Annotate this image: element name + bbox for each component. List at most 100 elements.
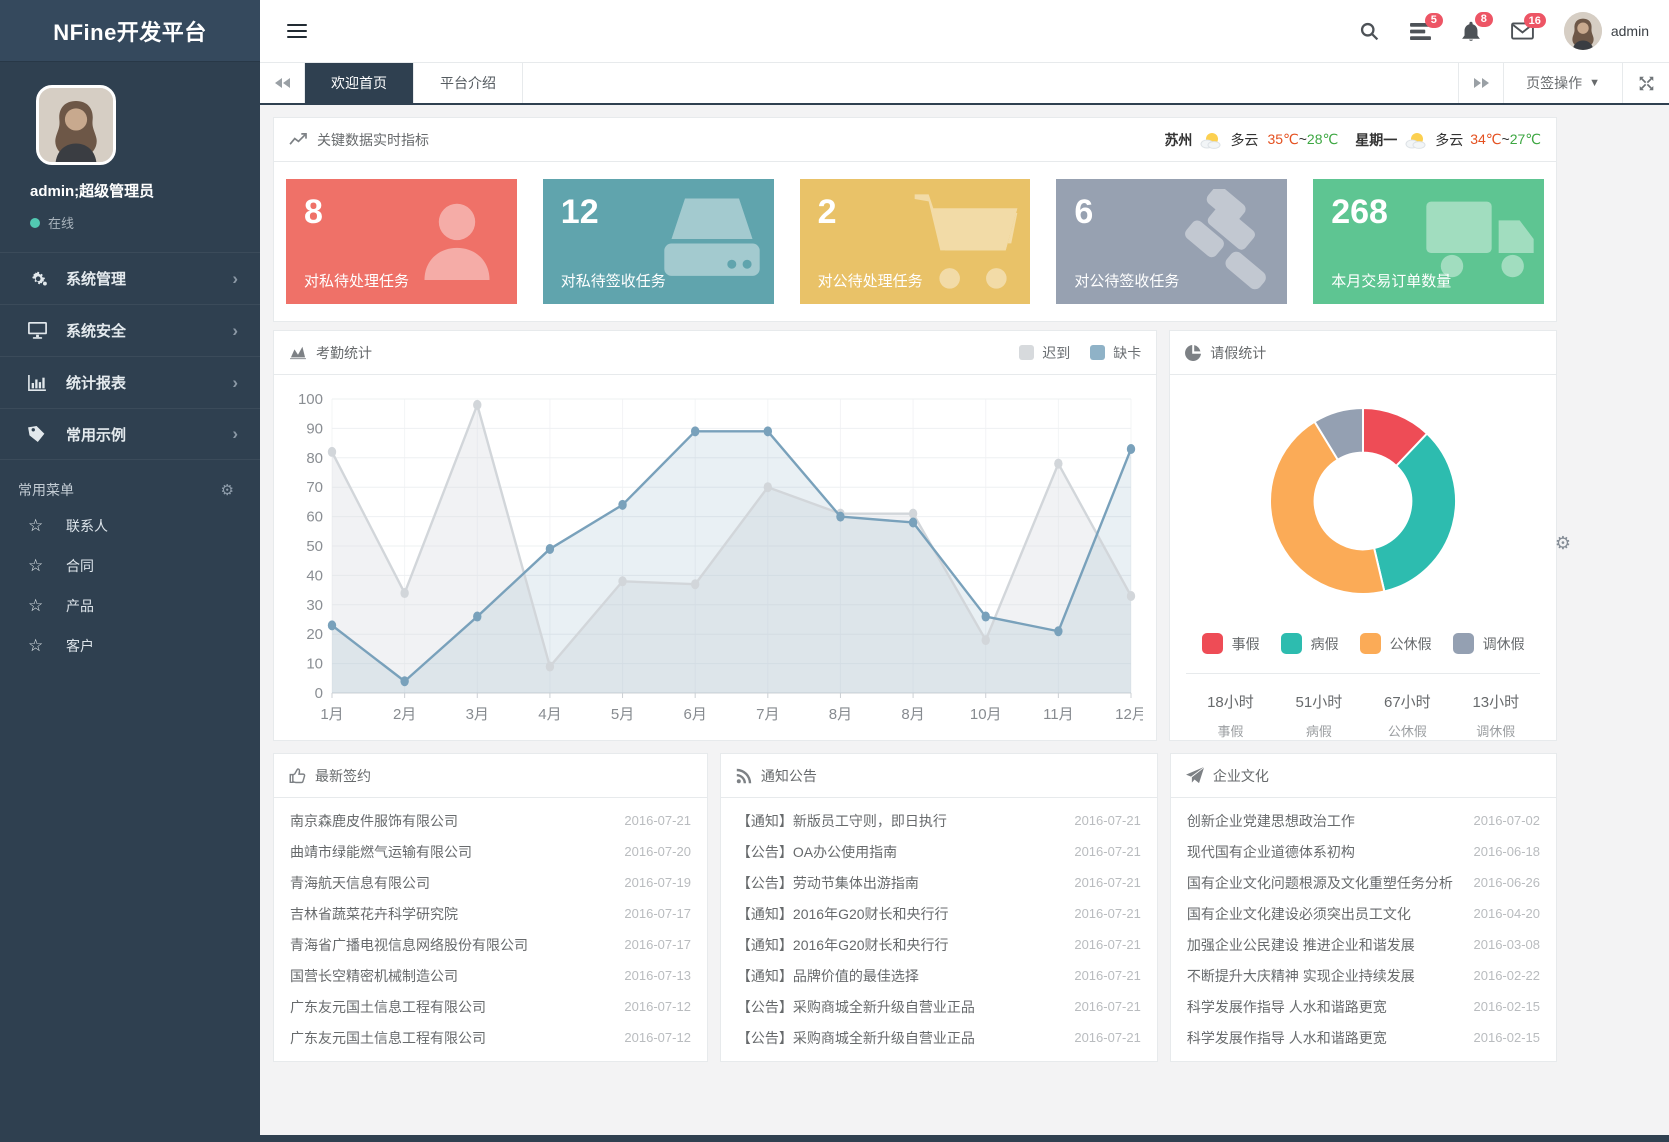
favorites-settings-gear-icon[interactable]: ⚙ [221,481,234,499]
stat-card-2[interactable]: 12对私待签收任务 [543,179,774,304]
list-item[interactable]: 南京森鹿皮件服饰有限公司2016-07-21 [274,805,707,836]
list-item[interactable]: 创新企业党建思想政治工作2016-07-02 [1171,805,1556,836]
leave-legend-item-公休假[interactable]: 公休假 [1360,633,1432,654]
tab-2[interactable]: 平台介绍 [414,63,523,103]
task-list-icon[interactable]: 5 [1410,22,1431,41]
list-item-date: 2016-07-20 [624,844,691,859]
list-item[interactable]: 科学发展作指导 人水和谐路更宽2016-02-15 [1171,1022,1556,1053]
sidebar-item-3[interactable]: 统计报表› [0,356,260,408]
legend-item-迟到[interactable]: 迟到 [1019,343,1070,363]
rss-icon [736,768,752,784]
tabs-scroll-left-button[interactable] [260,63,305,103]
sidebar-item-2[interactable]: 系统安全› [0,304,260,356]
favorite-item-3[interactable]: ☆产品 [0,586,260,626]
kpi-panel-header: 关键数据实时指标 苏州 多云 35℃~28℃ 星期一 多云 34℃~27℃ [274,118,1556,162]
list-item-date: 2016-07-12 [624,999,691,1014]
temp-sep: ~ [1299,131,1307,147]
charts-row: 考勤统计 迟到缺卡 01020304050607080901001月2月3月4月… [273,330,1557,741]
fullscreen-toggle-icon[interactable] [1622,63,1669,103]
weather-desc-tomorrow: 多云 [1435,130,1463,150]
user-avatar[interactable] [36,85,116,165]
list-item-text: 【通知】新版员工守则，即日执行 [737,811,1074,831]
list-item[interactable]: 【通知】2016年G20财长和央行行2016-07-21 [721,898,1157,929]
gavel-icon [1169,189,1279,293]
favorite-label: 联系人 [66,516,108,536]
favorite-item-1[interactable]: ☆联系人 [0,506,260,546]
list-item-text: 【通知】品牌价值的最佳选择 [737,966,1074,986]
settings-gear-button[interactable]: ⚙ [1555,533,1571,554]
tab-actions-dropdown[interactable]: 页签操作 ▼ [1503,63,1622,103]
list-item[interactable]: 【通知】新版员工守则，即日执行2016-07-21 [721,805,1157,836]
list-item-text: 加强企业公民建设 推进企业和谐发展 [1187,935,1474,955]
list-item[interactable]: 【通知】2016年G20财长和央行行2016-07-21 [721,929,1157,960]
list-item[interactable]: 【公告】劳动节集体出游指南2016-07-21 [721,867,1157,898]
envelope-icon[interactable]: 16 [1511,22,1534,40]
kpi-panel-title: 关键数据实时指标 [317,130,429,150]
list-item-text: 青海航天信息有限公司 [290,873,624,893]
list-item[interactable]: 广东友元国土信息工程有限公司2016-07-12 [274,1022,707,1053]
tag-icon [28,426,66,442]
leave-legend-item-病假[interactable]: 病假 [1281,633,1339,654]
list-item[interactable]: 科学发展作指导 人水和谐路更宽2016-02-15 [1171,991,1556,1022]
tabs-scroll-right-button[interactable] [1458,63,1503,103]
user-icon [405,189,509,293]
list-item[interactable]: 【公告】采购商城全新升级自营业正品2016-07-21 [721,1022,1157,1053]
search-icon[interactable] [1359,21,1380,42]
list-item-date: 2016-02-22 [1474,968,1541,983]
legend-swatch [1090,345,1105,360]
bell-icon[interactable]: 8 [1461,21,1481,42]
list-item[interactable]: 国有企业文化问题根源及文化重塑任务分析2016-06-26 [1171,867,1556,898]
list-item[interactable]: 国有企业文化建设必须突出员工文化2016-04-20 [1171,898,1556,929]
list-item[interactable]: 不断提升大庆精神 实现企业持续发展2016-02-22 [1171,960,1556,991]
weather-desc-today: 多云 [1230,130,1258,150]
sidebar-item-label: 系统安全 [66,320,126,341]
leave-legend-item-调休假[interactable]: 调休假 [1453,633,1525,654]
list-item-date: 2016-07-21 [1074,813,1141,828]
list-item-date: 2016-07-19 [624,875,691,890]
tab-1[interactable]: 欢迎首页 [305,63,414,103]
pie-chart-icon [1185,345,1201,361]
star-icon: ☆ [28,636,66,656]
list-panel-title: 通知公告 [761,766,817,786]
list-item[interactable]: 吉林省蔬菜花卉科学研究院2016-07-17 [274,898,707,929]
stat-card-5[interactable]: 268本月交易订单数量 [1313,179,1544,304]
app-root: NFine开发平台 admin;超级管理员 在线 系统管理›系统安全›统计报表›… [0,0,1669,1142]
leave-panel-header: 请假统计 [1170,331,1556,375]
list-item[interactable]: 青海省广播电视信息网络股份有限公司2016-07-17 [274,929,707,960]
legend-item-缺卡[interactable]: 缺卡 [1090,343,1141,363]
menu-toggle-icon[interactable] [287,20,307,42]
temp-high-tomorrow: 34℃ [1470,131,1501,147]
list-panel-header: 企业文化 [1171,754,1556,798]
sidebar-item-4[interactable]: 常用示例› [0,408,260,460]
stat-card-3[interactable]: 2对公待处理任务 [800,179,1031,304]
list-item[interactable]: 曲靖市绿能燃气运输有限公司2016-07-20 [274,836,707,867]
list-item[interactable]: 【公告】采购商城全新升级自营业正品2016-07-21 [721,991,1157,1022]
leave-stat-事假: 18小时事假 [1186,691,1274,740]
svg-text:4月: 4月 [538,706,561,723]
list-item-text: 科学发展作指导 人水和谐路更宽 [1187,1028,1474,1048]
list-item[interactable]: 【公告】OA办公使用指南2016-07-21 [721,836,1157,867]
stat-card-1[interactable]: 8对私待处理任务 [286,179,517,304]
favorite-item-4[interactable]: ☆客户 [0,626,260,666]
sidebar-item-1[interactable]: 系统管理› [0,252,260,304]
svg-text:3月: 3月 [466,706,489,723]
topbar: 5 8 16 admin [260,0,1669,62]
svg-text:8月: 8月 [829,706,852,723]
user-menu[interactable]: admin [1564,12,1649,50]
list-item[interactable]: 广东友元国土信息工程有限公司2016-07-12 [274,991,707,1022]
chevron-right-icon: › [232,269,238,289]
list-item[interactable]: 国营长空精密机械制造公司2016-07-13 [274,960,707,991]
alerts-badge: 8 [1475,12,1493,27]
star-icon: ☆ [28,516,66,536]
leave-legend-item-事假[interactable]: 事假 [1202,633,1260,654]
favorite-item-2[interactable]: ☆合同 [0,546,260,586]
temp-sep-2: ~ [1502,131,1510,147]
sun-cloud-icon [1199,131,1223,149]
list-item[interactable]: 现代国有企业道德体系初构2016-06-18 [1171,836,1556,867]
stat-card-4[interactable]: 6对公待签收任务 [1056,179,1287,304]
list-item[interactable]: 青海航天信息有限公司2016-07-19 [274,867,707,898]
tasks-badge: 5 [1425,13,1443,28]
legend-swatch [1019,345,1034,360]
list-item[interactable]: 【通知】品牌价值的最佳选择2016-07-21 [721,960,1157,991]
list-item[interactable]: 加强企业公民建设 推进企业和谐发展2016-03-08 [1171,929,1556,960]
